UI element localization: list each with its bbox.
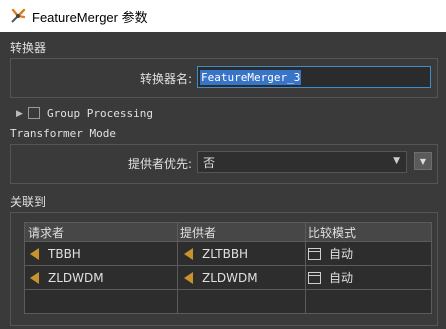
arrow-left-icon	[184, 271, 193, 284]
arrow-left-icon	[30, 271, 39, 284]
transformer-section-label: 转换器	[10, 41, 47, 55]
chevron-down-icon: ▼	[393, 156, 400, 166]
window-icon	[308, 247, 321, 260]
supplier-priority-value: 否	[203, 155, 216, 170]
table-row-2-mode[interactable]: 自动	[308, 266, 353, 289]
transformer-name-value: FeatureMerger_3	[200, 69, 302, 85]
group-processing-label: Group Processing	[47, 107, 153, 120]
table-row-2-requestor[interactable]: ZLDWDM	[30, 266, 104, 289]
table-row-1-requestor[interactable]: TBBH	[30, 242, 81, 265]
window-icon	[308, 271, 321, 284]
column-header-requestor[interactable]: 请求者	[28, 223, 64, 241]
window-title: FeatureMerger 参数	[32, 9, 148, 25]
join-table: 请求者 提供者 比较模式 TBBH ZLTBBH 自动 ZLDWDM ZLDWD…	[24, 222, 432, 314]
table-row-1-supplier[interactable]: ZLTBBH	[184, 242, 248, 265]
column-header-supplier[interactable]: 提供者	[180, 223, 216, 241]
arrow-left-icon	[30, 247, 39, 260]
supplier-priority-select[interactable]: 否 ▼	[197, 151, 407, 173]
table-row-2-supplier[interactable]: ZLDWDM	[184, 266, 258, 289]
group-processing-checkbox[interactable]	[28, 107, 40, 119]
table-row-empty[interactable]	[25, 290, 431, 313]
title-bar: FeatureMerger 参数	[0, 0, 446, 32]
table-header	[25, 223, 431, 241]
table-row-1-mode[interactable]: 自动	[308, 242, 353, 265]
options-dropdown-button[interactable]: ▼	[414, 152, 432, 170]
fme-app-icon	[11, 8, 26, 23]
transformer-name-input[interactable]: FeatureMerger_3	[197, 66, 431, 88]
supplier-priority-label: 提供者优先:	[127, 157, 192, 171]
join-section-label: 关联到	[10, 195, 47, 209]
transformer-mode-label: Transformer Mode	[10, 127, 116, 140]
column-header-compare-mode[interactable]: 比较模式	[308, 223, 356, 241]
arrow-left-icon	[184, 247, 193, 260]
chevron-right-icon[interactable]: ▶	[16, 109, 23, 119]
transformer-name-label: 转换器名:	[139, 72, 192, 86]
